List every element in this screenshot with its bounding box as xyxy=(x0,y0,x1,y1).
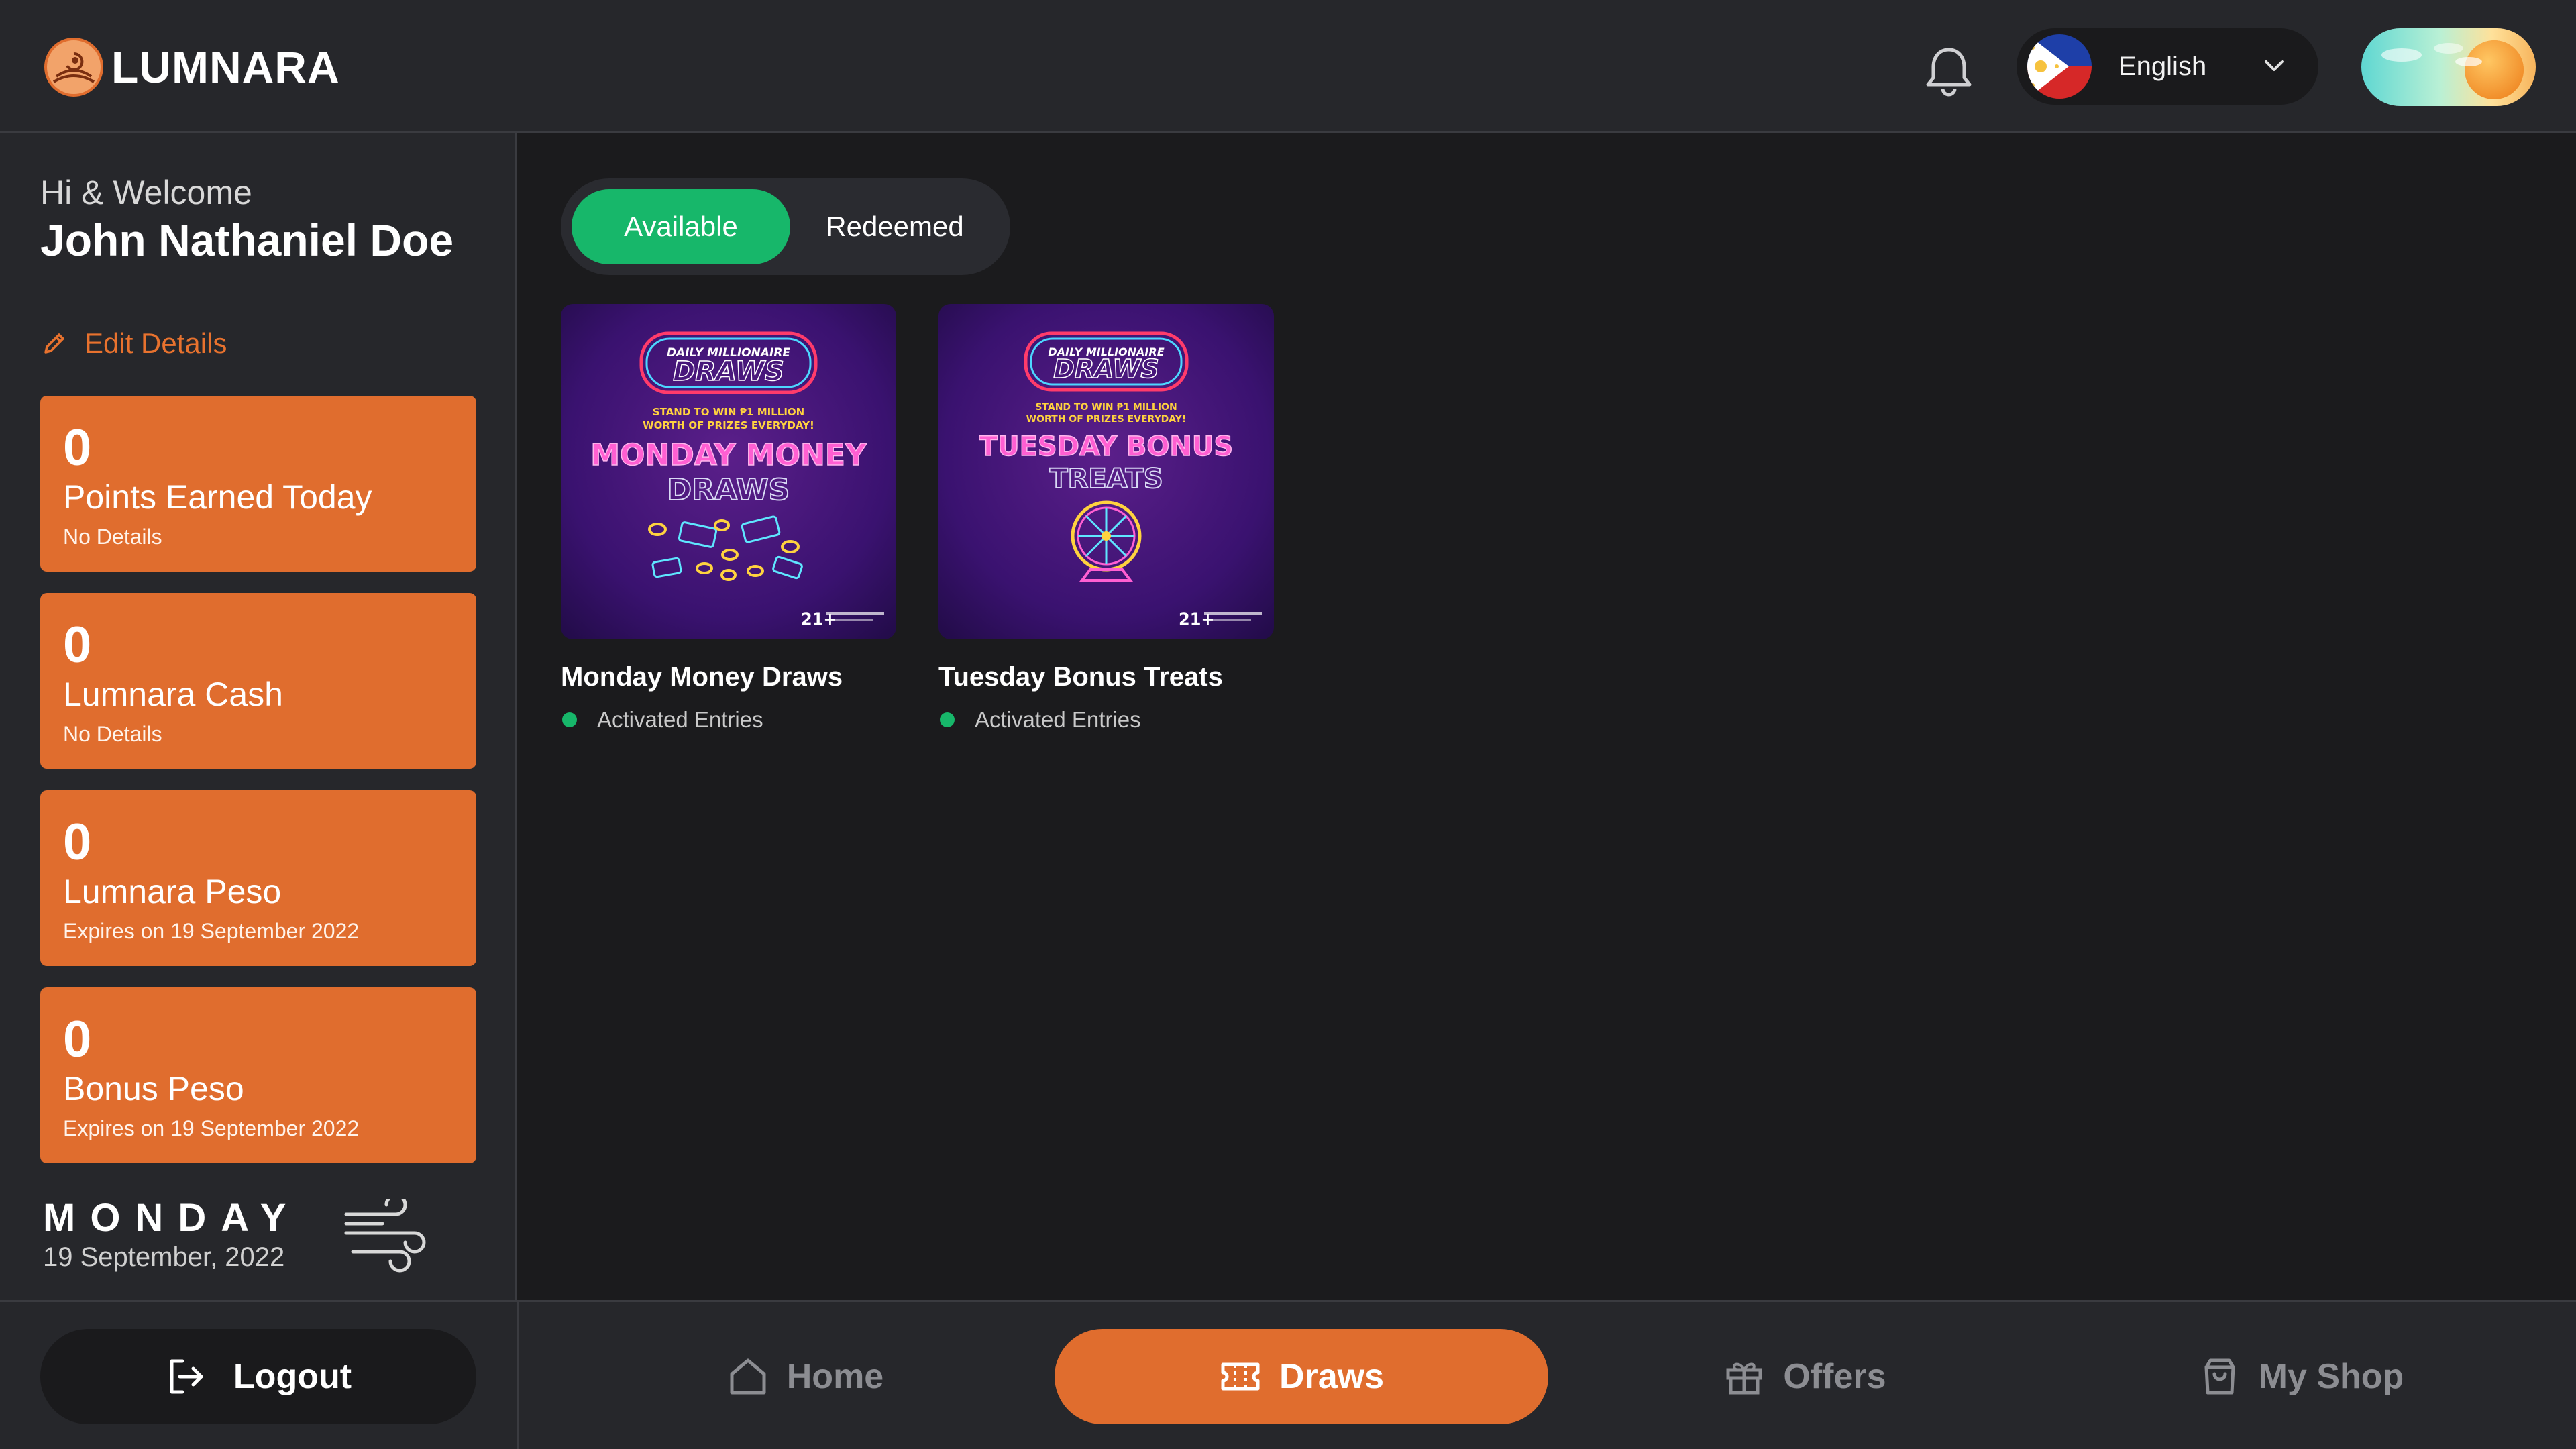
chevron-down-icon xyxy=(2265,60,2284,71)
lumnara-peso-card[interactable]: 0 Lumnara Peso Expires on 19 September 2… xyxy=(40,790,476,966)
stat-subtitle: Expires on 19 September 2022 xyxy=(63,1116,360,1140)
nav-offers[interactable]: Offers xyxy=(1697,1329,1912,1424)
stat-title: Bonus Peso xyxy=(63,1070,244,1108)
banner-badge-main: DRAWS xyxy=(1053,354,1159,384)
top-header: LUMNARA English xyxy=(0,0,2576,133)
stat-value: 0 xyxy=(63,419,92,476)
draw-status-label: Activated Entries xyxy=(975,707,1141,732)
banner-headline-1: TUESDAY BONUS xyxy=(979,431,1233,462)
stat-value: 0 xyxy=(63,616,92,674)
draw-banner-image: DAILY MILLIONAIRE DRAWS STAND TO WIN ₱1 … xyxy=(561,304,896,639)
draw-status-label: Activated Entries xyxy=(597,707,763,732)
user-name: John Nathaniel Doe xyxy=(40,215,454,265)
language-selected-label: English xyxy=(2118,51,2207,81)
stat-subtitle: No Details xyxy=(63,525,162,549)
greeting-text: Hi & Welcome xyxy=(40,174,252,211)
shopping-bag-icon xyxy=(2204,1358,2235,1395)
nav-home[interactable]: Home xyxy=(678,1329,932,1424)
logout-label: Logout xyxy=(233,1357,352,1396)
logout-icon xyxy=(170,1359,203,1394)
notification-bell-icon[interactable] xyxy=(1919,40,1979,101)
stat-title: Lumnara Cash xyxy=(63,676,283,713)
nav-my-shop-label: My Shop xyxy=(2258,1357,2404,1396)
status-dot-icon xyxy=(562,712,577,727)
profile-sidebar: Hi & Welcome John Nathaniel Doe Edit Det… xyxy=(0,133,517,1300)
banner-tagline-2: WORTH OF PRIZES EVERYDAY! xyxy=(643,419,814,431)
stat-title: Lumnara Peso xyxy=(63,873,282,910)
gift-icon xyxy=(1726,1362,1762,1395)
nav-draws[interactable]: Draws xyxy=(1055,1329,1548,1424)
banner-headline-2: DRAWS xyxy=(667,473,790,507)
draw-card-tuesday[interactable]: DAILY MILLIONAIRE DRAWS STAND TO WIN ₱1 … xyxy=(938,304,1274,733)
logout-button[interactable]: Logout xyxy=(40,1329,476,1424)
language-selector[interactable]: English xyxy=(2017,28,2318,105)
lumnara-logo-icon xyxy=(44,38,103,97)
banner-tagline-1: STAND TO WIN ₱1 MILLION xyxy=(1035,402,1177,413)
bottom-divider xyxy=(517,1302,519,1449)
stat-value: 0 xyxy=(63,1011,92,1068)
tab-available[interactable]: Available xyxy=(572,189,790,264)
date-label: 19 September, 2022 xyxy=(43,1242,285,1272)
brand-logo[interactable]: LUMNARA xyxy=(44,36,340,98)
banner-tagline-1: STAND TO WIN ₱1 MILLION xyxy=(653,406,804,418)
draw-card-monday[interactable]: DAILY MILLIONAIRE DRAWS STAND TO WIN ₱1 … xyxy=(561,304,896,733)
draw-title: Monday Money Draws xyxy=(561,662,843,692)
brand-name: LUMNARA xyxy=(111,42,340,92)
banner-headline-2: TREATS xyxy=(1049,464,1163,494)
banner-headline-1: MONDAY MONEY xyxy=(590,438,867,472)
edit-details-link[interactable]: Edit Details xyxy=(40,327,227,360)
status-dot-icon xyxy=(940,712,955,727)
draws-content: Available Redeemed DAILY MILLIONAIRE DRA… xyxy=(519,133,2576,1300)
ticket-icon xyxy=(1221,1362,1260,1391)
stat-value: 0 xyxy=(63,814,92,871)
banner-badge-main: DRAWS xyxy=(673,356,784,387)
user-avatar[interactable] xyxy=(2361,28,2536,106)
draw-status: Activated Entries xyxy=(561,707,896,733)
stat-subtitle: No Details xyxy=(63,722,162,746)
nav-draws-label: Draws xyxy=(1279,1357,1385,1396)
bonus-peso-card[interactable]: 0 Bonus Peso Expires on 19 September 202… xyxy=(40,987,476,1163)
stat-subtitle: Expires on 19 September 2022 xyxy=(63,919,360,943)
draw-banner-image: DAILY MILLIONAIRE DRAWS STAND TO WIN ₱1 … xyxy=(938,304,1274,639)
home-icon xyxy=(730,1358,766,1395)
tab-redeemed[interactable]: Redeemed xyxy=(790,189,1000,264)
weekday-label: MONDAY xyxy=(43,1196,301,1240)
philippines-flag-icon xyxy=(2027,34,2092,99)
stat-title: Points Earned Today xyxy=(63,478,372,516)
bottom-navigation: Logout Home Draws Offers My Shop xyxy=(0,1300,2576,1449)
avatar-scenery-icon xyxy=(2381,40,2524,99)
pencil-icon xyxy=(44,333,64,354)
nav-my-shop[interactable]: My Shop xyxy=(2167,1329,2435,1424)
nav-home-label: Home xyxy=(786,1357,884,1396)
nav-offers-label: Offers xyxy=(1783,1357,1886,1396)
wind-icon xyxy=(344,1199,426,1273)
draw-status: Activated Entries xyxy=(938,707,1274,733)
edit-details-label: Edit Details xyxy=(85,327,227,359)
banner-tagline-2: WORTH OF PRIZES EVERYDAY! xyxy=(1026,414,1187,425)
draw-title: Tuesday Bonus Treats xyxy=(938,662,1223,692)
lumnara-cash-card[interactable]: 0 Lumnara Cash No Details xyxy=(40,593,476,769)
draws-filter-toggle: Available Redeemed xyxy=(561,178,1010,275)
points-earned-card[interactable]: 0 Points Earned Today No Details xyxy=(40,396,476,572)
